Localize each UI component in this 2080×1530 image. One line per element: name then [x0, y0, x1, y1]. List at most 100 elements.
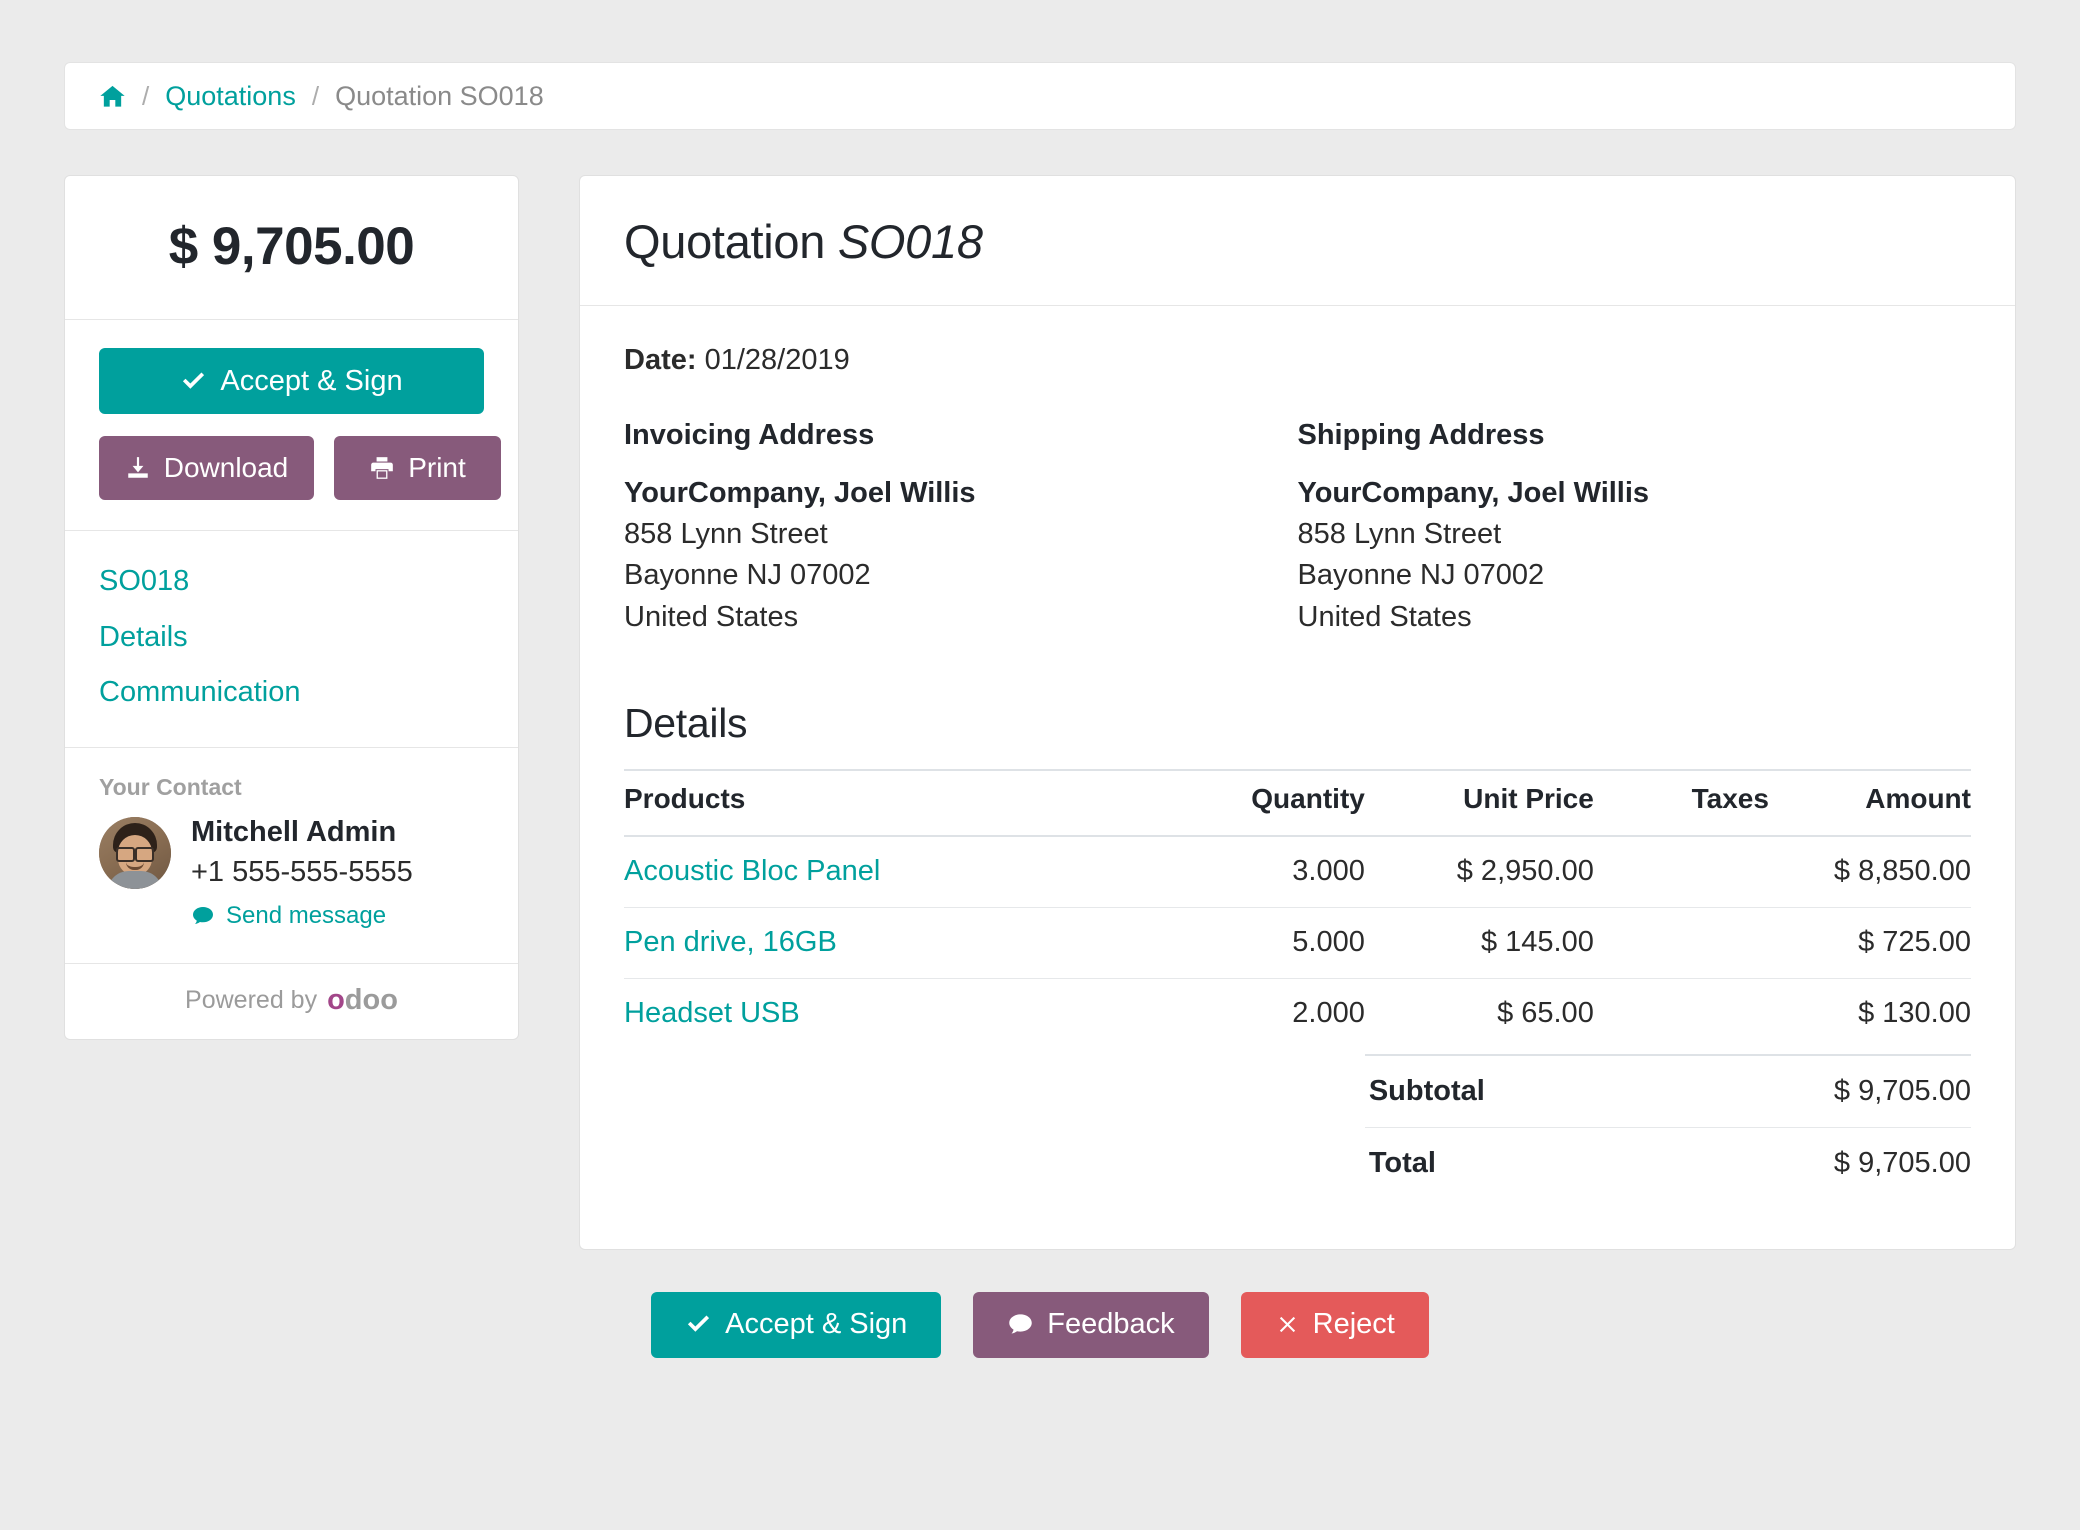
table-row: Pen drive, 16GB 5.000 $ 145.00 $ 725.00 [624, 907, 1971, 979]
row-taxes-cell [1593, 907, 1769, 979]
accept-and-sign-label: Accept & Sign [220, 364, 403, 397]
total-value: $ 9,705.00 [1833, 1146, 1971, 1179]
col-header-products: Products [624, 768, 1163, 837]
accept-and-sign-button[interactable]: Accept & Sign [99, 348, 484, 414]
details-heading: Details [624, 699, 748, 746]
sidebar-nav: SO018 Details Communication [65, 531, 518, 748]
amount-total: $ 9,705.00 [65, 176, 518, 320]
quotation-date: Date: 01/28/2019 [624, 344, 1971, 377]
date-label: Date: [624, 344, 697, 376]
invoicing-address-name: YourCompany, Joel Willis [624, 477, 976, 509]
breadcrumb-link-quotations[interactable]: Quotations [165, 81, 296, 112]
subtotal-value: $ 9,705.00 [1768, 1053, 1971, 1128]
sidebar-actions: Accept & Sign Download Print [65, 320, 518, 531]
invoicing-address-country: United States [624, 600, 799, 633]
product-link[interactable]: Pen drive, 16GB [624, 926, 837, 958]
table-row: Headset USB 2.000 $ 65.00 $ 130.00 [624, 978, 1971, 1049]
content-columns: $ 9,705.00 Accept & Sign Download Print … [64, 175, 2016, 1250]
print-button[interactable]: Print [334, 436, 501, 500]
col-header-taxes: Taxes [1593, 768, 1769, 837]
page-title: Quotation SO018 [624, 214, 1971, 269]
sidebar-card: $ 9,705.00 Accept & Sign Download Print … [64, 175, 519, 1041]
download-button[interactable]: Download [99, 436, 314, 500]
subtotal-row: Subtotal $ 9,705.00 [624, 1053, 1971, 1128]
order-lines-body: Acoustic Bloc Panel 3.000 $ 2,950.00 $ 8… [624, 835, 1971, 1049]
row-amount-cell: $ 725.00 [1768, 907, 1971, 979]
send-message-link[interactable]: Send message [191, 902, 386, 930]
shipping-address-title: Shipping Address [1297, 419, 1545, 451]
check-icon [180, 368, 207, 395]
footer-actions: Accept & Sign Feedback Reject [64, 1291, 2016, 1408]
sidebar-item-communication[interactable]: Communication [99, 672, 484, 713]
download-icon [125, 455, 151, 481]
total-label: Total [1368, 1146, 1436, 1179]
row-amount-cell: $ 130.00 [1858, 996, 1971, 1029]
avatar [99, 816, 171, 889]
col-header-amount: Amount [1768, 768, 1971, 837]
row-product-cell: Headset USB [624, 978, 1163, 1049]
row-unit-price-cell: $ 65.00 [1497, 996, 1594, 1029]
home-icon[interactable] [99, 83, 126, 110]
order-lines-table: Products Quantity Unit Price Taxes Amoun… [624, 768, 1971, 1049]
contact-phone: +1 555-555-5555 [191, 856, 413, 889]
chat-bubble-icon [191, 904, 215, 928]
reject-button[interactable]: Reject [1240, 1291, 1429, 1358]
row-product-cell: Pen drive, 16GB [624, 907, 1163, 979]
quotation-card: Quotation SO018 Date: 01/28/2019 Invoici… [579, 175, 2016, 1250]
shipping-address-street: 858 Lynn Street [1297, 518, 1502, 551]
close-icon [1275, 1312, 1300, 1337]
home-glyph [99, 83, 126, 110]
contact-info: Mitchell Admin +1 555-555-5555 Send mess… [191, 814, 413, 933]
order-lines-head: Products Quantity Unit Price Taxes Amoun… [624, 768, 1971, 837]
row-quantity-cell: 3.000 [1162, 835, 1365, 908]
row-quantity-cell: 2.000 [1292, 996, 1365, 1029]
check-icon [685, 1311, 712, 1338]
sidebar-item-so018[interactable]: SO018 [99, 561, 484, 602]
download-label: Download [163, 452, 289, 483]
sidebar-item-details[interactable]: Details [99, 617, 484, 658]
powered-by-text: Powered by [185, 986, 318, 1015]
chat-bubble-icon [1007, 1311, 1034, 1338]
printer-icon [369, 455, 395, 481]
row-unit-price-cell: $ 2,950.00 [1364, 835, 1594, 908]
product-link[interactable]: Acoustic Bloc Panel [624, 855, 880, 887]
contact-row: Mitchell Admin +1 555-555-5555 Send mess… [99, 814, 484, 933]
odoo-logo-rest: doo [344, 984, 398, 1017]
addresses: Invoicing Address YourCompany, Joel Will… [624, 419, 1971, 638]
row-taxes-cell [1594, 978, 1769, 1049]
row-product-cell: Acoustic Bloc Panel [624, 835, 1163, 908]
shipping-address-city: Bayonne NJ 07002 [1297, 559, 1545, 592]
feedback-label: Feedback [1047, 1308, 1175, 1341]
row-taxes-cell [1593, 835, 1769, 908]
invoicing-address-title: Invoicing Address [624, 419, 875, 451]
breadcrumb: / Quotations / Quotation SO018 [64, 62, 2016, 130]
feedback-button[interactable]: Feedback [973, 1291, 1209, 1358]
page-title-reference: SO018 [837, 215, 983, 268]
product-link[interactable]: Headset USB [624, 997, 800, 1029]
totals-table: Subtotal $ 9,705.00 Total $ 9,705.00 [624, 1053, 1971, 1199]
reject-label: Reject [1312, 1308, 1395, 1341]
invoicing-address-city: Bayonne NJ 07002 [624, 559, 871, 592]
contact-name: Mitchell Admin [191, 815, 397, 848]
portal-page: / Quotations / Quotation SO018 $ 9,705.0… [0, 0, 2080, 1530]
shipping-address-name: YourCompany, Joel Willis [1297, 477, 1650, 509]
send-message-label: Send message [226, 902, 387, 930]
shipping-address-country: United States [1297, 600, 1472, 633]
quotation-header: Quotation SO018 [580, 176, 2015, 306]
secondary-actions-row: Download Print [99, 436, 501, 500]
row-quantity-cell: 5.000 [1162, 907, 1365, 979]
row-amount-cell: $ 8,850.00 [1768, 835, 1971, 908]
row-unit-price-cell: $ 145.00 [1364, 907, 1594, 979]
shipping-address: Shipping Address YourCompany, Joel Willi… [1298, 419, 1972, 638]
powered-by: Powered by o doo [65, 964, 518, 1039]
footer-accept-and-sign-button[interactable]: Accept & Sign [651, 1291, 942, 1358]
contact-section: Your Contact Mitchell Admin +1 555-555-5… [65, 748, 518, 965]
quotation-body: Date: 01/28/2019 Invoicing Address YourC… [580, 306, 2015, 1249]
breadcrumb-current: Quotation SO018 [335, 80, 544, 111]
breadcrumb-separator-2: / [311, 80, 320, 111]
table-row: Acoustic Bloc Panel 3.000 $ 2,950.00 $ 8… [624, 835, 1971, 908]
invoicing-address: Invoicing Address YourCompany, Joel Will… [624, 419, 1298, 638]
col-header-quantity: Quantity [1162, 768, 1365, 837]
print-label: Print [408, 452, 466, 483]
footer-accept-and-sign-label: Accept & Sign [725, 1308, 908, 1341]
